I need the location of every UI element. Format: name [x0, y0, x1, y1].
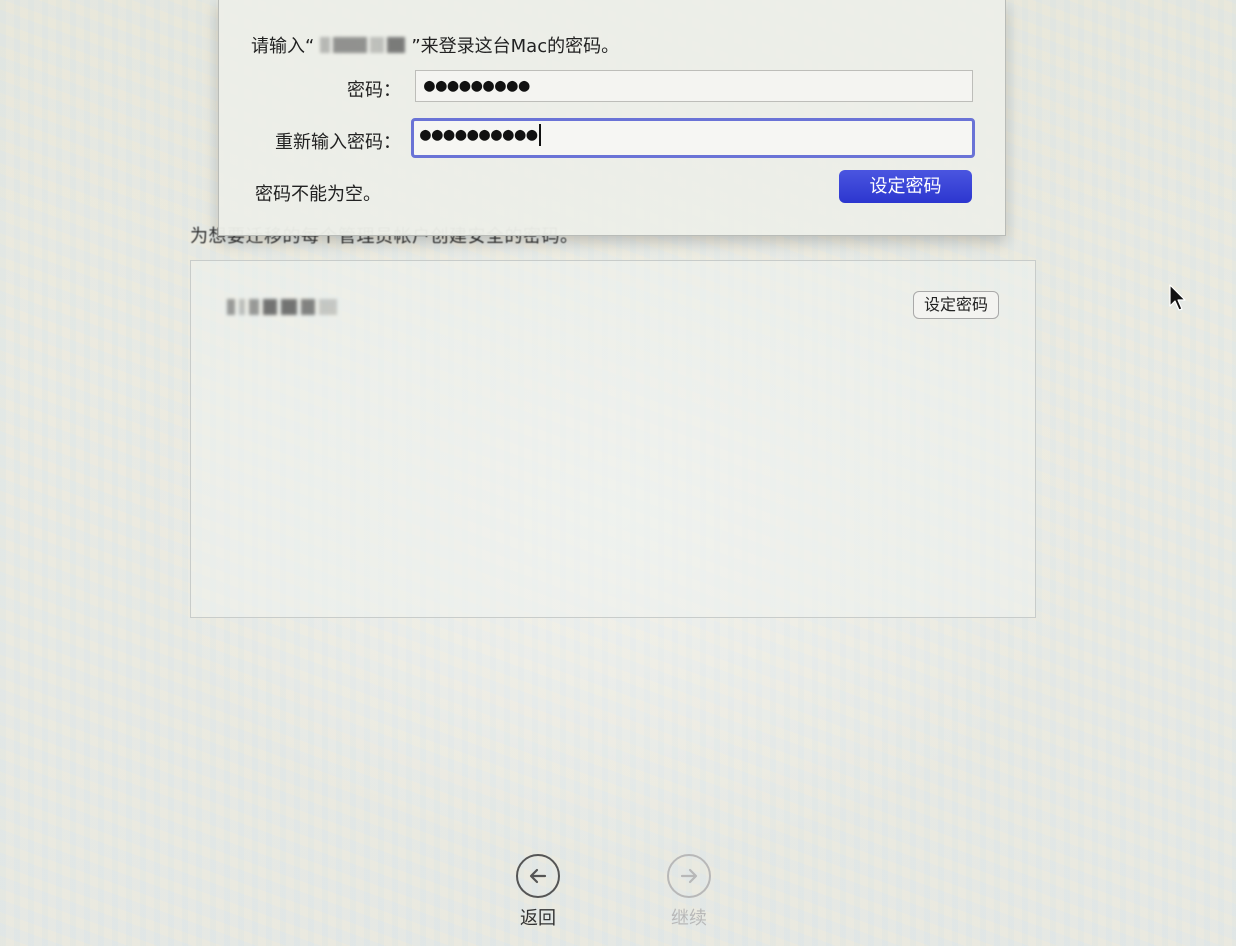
redacted-username	[320, 37, 406, 53]
account-name-redacted	[227, 295, 357, 319]
set-password-sheet: 请输入“ ”来登录这台Mac的密码。 密码： ●●●●●●●●● 重新输入密码：…	[218, 0, 1006, 236]
back-arrow-icon	[516, 854, 560, 898]
error-message: 密码不能为空。	[255, 184, 381, 205]
continue-label: 继续	[671, 908, 707, 929]
back-label: 返回	[520, 908, 556, 929]
set-password-button[interactable]: 设定密码	[839, 170, 972, 203]
password-label: 密码：	[347, 80, 401, 101]
text-caret	[539, 124, 542, 146]
prompt-prefix: 请输入“	[251, 36, 315, 57]
back-button[interactable]: 返回	[508, 854, 568, 930]
continue-button[interactable]: 继续	[659, 854, 719, 930]
password-field[interactable]: ●●●●●●●●●	[415, 70, 973, 102]
confirm-password-field[interactable]: ●●●●●●●●●●	[411, 118, 975, 158]
account-row: 设定密码	[191, 287, 1035, 327]
sheet-prompt: 请输入“ ”来登录这台Mac的密码。	[251, 32, 619, 58]
account-list: 设定密码	[190, 260, 1036, 618]
prompt-suffix: ”来登录这台Mac的密码。	[411, 36, 620, 57]
forward-arrow-icon	[667, 854, 711, 898]
confirm-password-label: 重新输入密码：	[275, 132, 401, 153]
confirm-password-value: ●●●●●●●●●●	[420, 124, 539, 145]
account-set-password-button[interactable]: 设定密码	[912, 291, 999, 319]
mouse-pointer-icon	[1169, 284, 1186, 311]
